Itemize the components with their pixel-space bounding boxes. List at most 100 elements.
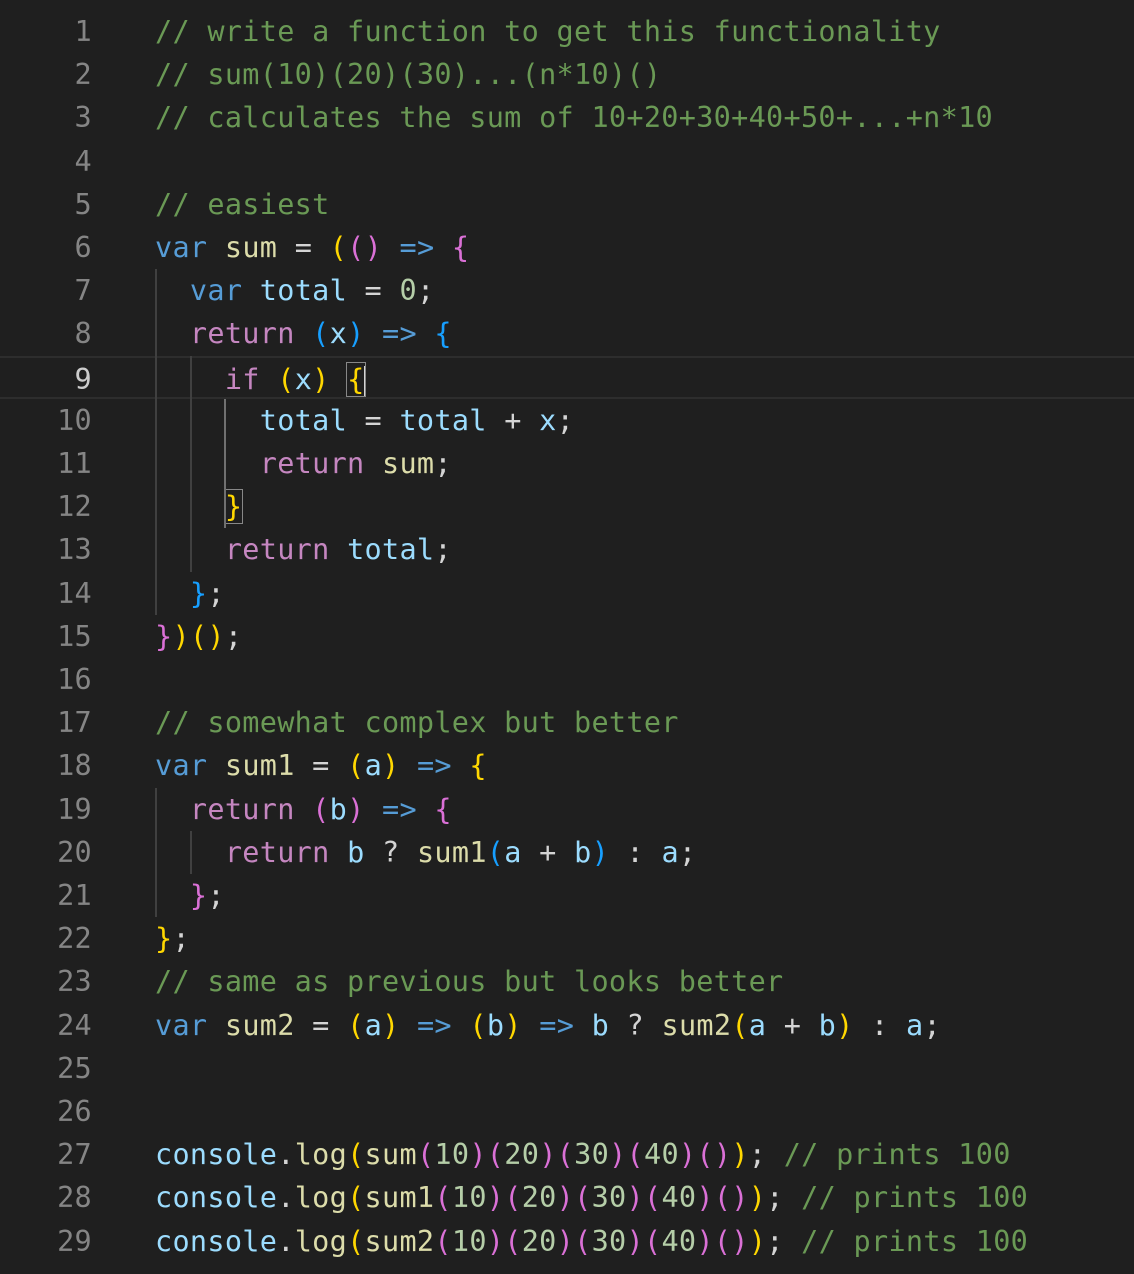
code-line[interactable]: 15})(); [0,615,1134,658]
code-token: ) [731,1138,749,1172]
line-code: // calculates the sum of 10+20+30+40+50+… [155,96,993,139]
code-line[interactable]: 25 [0,1047,1134,1090]
code-token: = [347,274,400,308]
code-line[interactable]: 10 total = total + x; [0,399,1134,442]
code-token: return [189,317,295,351]
code-line[interactable]: 23 // same as previous but looks better [0,960,1134,1003]
code-token: b [591,1008,610,1042]
code-token: + [486,403,540,437]
code-line[interactable]: 6 var sum = (() => { [0,226,1134,269]
line-number: 1 [74,15,92,48]
line-number: 16 [57,663,92,696]
code-line[interactable]: 20 return b ? sum1(a + b) : a; [0,831,1134,874]
code-token: 40 [643,1138,679,1172]
code-editor[interactable]: 1 // write a function to get this functio… [0,0,1134,1274]
code-line[interactable]: 14 }; [0,572,1134,615]
code-token: ) [539,1138,557,1172]
code-token: 30 [574,1138,610,1172]
code-token: 30 [591,1181,627,1215]
code-token: ) [504,1008,522,1042]
line-code: var total = 0; [155,269,434,312]
code-line[interactable]: 19 return (b) => { [0,788,1134,831]
line-number: 23 [57,965,92,999]
code-token: ) [626,1224,644,1258]
code-token: ( [347,231,365,264]
code-token: 40 [661,1224,697,1258]
line-code: return (x) => { [155,312,452,355]
code-token: ) [731,1181,749,1215]
line-number: 22 [57,922,92,956]
code-line[interactable]: 17 // somewhat complex but better [0,701,1134,744]
code-line[interactable]: 3 // calculates the sum of 10+20+30+40+50… [0,96,1134,139]
line-number: 14 [57,576,92,610]
code-line[interactable]: 8 return (x) => { [0,312,1134,355]
code-token: 40 [661,1181,697,1215]
code-token: { [451,231,470,264]
indent-guide [155,787,157,918]
code-token: x [539,403,557,437]
code-token: } [155,619,173,653]
code-token: { [469,749,487,783]
line-number: 8 [74,317,92,351]
code-token: return [224,835,330,869]
code-line[interactable]: 28 console.log(sum1(10)(20)(30)(40)()); /… [0,1176,1134,1219]
code-token: ; [207,879,225,912]
code-line[interactable]: 1 // write a function to get this functio… [0,10,1134,53]
code-line[interactable]: 21 }; [0,874,1134,917]
code-token: => [399,231,435,264]
code-token: ) [696,1224,714,1258]
code-token: ( [347,749,365,783]
line-number: 13 [57,533,92,567]
code-line[interactable]: 27 console.log(sum(10)(20)(30)(40)()); //… [0,1133,1134,1176]
code-line[interactable]: 4 [0,140,1134,183]
code-line[interactable]: 16 [0,658,1134,701]
code-token: log [294,1138,348,1172]
code-token: ( [713,1224,732,1258]
code-token: ) [748,1224,767,1258]
code-token: b [347,835,365,869]
code-line[interactable]: 13 return total; [0,528,1134,571]
line-number: 6 [74,231,92,264]
code-line[interactable]: 12 } [0,485,1134,528]
code-line[interactable]: 26 [0,1090,1134,1133]
line-number: 3 [74,101,92,135]
code-line[interactable]: 24 var sum2 = (a) => (b) => b ? sum2(a + … [0,1004,1134,1047]
code-token: total [347,533,435,567]
line-number: 25 [57,1051,92,1085]
line-number: 17 [57,706,92,740]
code-line[interactable]: 22}; [0,917,1134,960]
code-line[interactable]: 29 console.log(sum2(10)(20)(30)(40)()); /… [0,1220,1134,1263]
code-token: return [189,792,295,826]
code-token: { [346,361,366,397]
code-token: . [277,1181,295,1215]
code-token: ( [626,1138,644,1172]
code-line[interactable]: 5 // easiest [0,183,1134,226]
code-token: ) [556,1181,575,1215]
code-line[interactable]: 11 return sum; [0,442,1134,485]
code-token: => [382,792,417,826]
line-code: }; [155,917,190,960]
line-code: // somewhat complex but better [155,701,679,744]
indent-guide [155,269,157,615]
code-token: total [259,403,348,437]
code-line[interactable]: 2 // sum(10)(20)(30)...(n*10)() [0,53,1134,96]
code-line[interactable]: 18 var sum1 = (a) => { [0,744,1134,787]
code-token: ( [556,1138,575,1172]
text-cursor [363,365,366,396]
line-number: 19 [57,792,92,826]
code-token: console [155,1224,278,1258]
code-token: // easiest [155,187,330,221]
code-line[interactable]: 7 var total = 0; [0,269,1134,312]
code-token: ) [347,792,365,826]
code-token: log [294,1181,348,1215]
code-line[interactable]: 9 if (x) { [0,355,1134,399]
code-token: a [364,1008,383,1042]
